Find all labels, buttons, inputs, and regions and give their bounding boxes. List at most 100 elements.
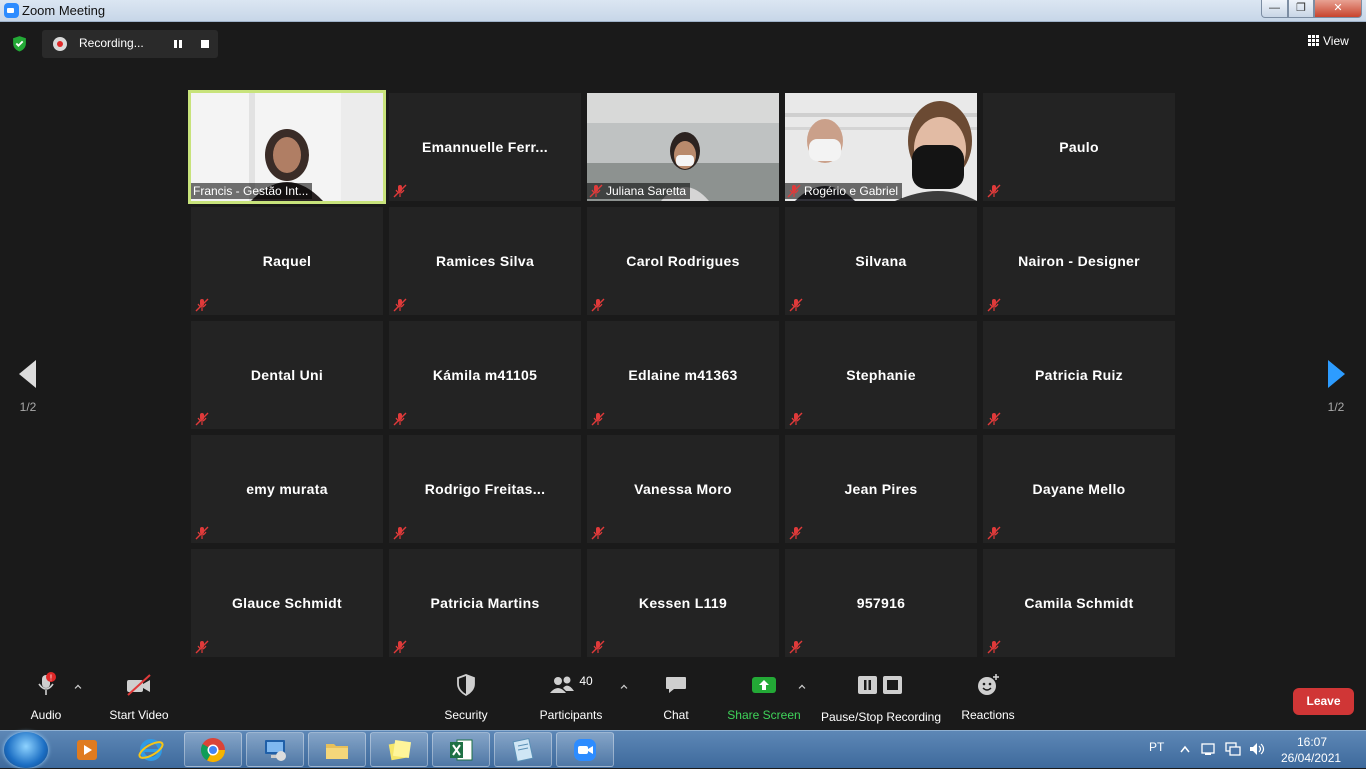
security-shield-icon	[457, 674, 475, 697]
taskbar-excel-icon[interactable]	[432, 732, 490, 767]
participant-name: Glauce Schmidt	[231, 595, 342, 611]
minimize-button[interactable]: —	[1261, 0, 1288, 18]
participant-tile[interactable]: Ramices Silva	[389, 207, 581, 315]
muted-mic-icon	[789, 298, 803, 312]
arrow-left-icon	[19, 360, 36, 388]
zoom-app-icon	[4, 3, 19, 18]
taskbar-file-explorer-icon[interactable]	[308, 732, 366, 767]
pause-recording-icon[interactable]	[174, 40, 182, 48]
maximize-button[interactable]: ❐	[1288, 0, 1314, 18]
taskbar-chrome-icon[interactable]	[184, 732, 242, 767]
participant-tile[interactable]: Rodrigo Freitas...	[389, 435, 581, 543]
participant-name: Dental Uni	[250, 367, 324, 383]
participant-tile[interactable]: Juliana Saretta	[587, 93, 779, 201]
action-center-flag-icon[interactable]	[1200, 741, 1218, 757]
gallery-view-icon	[1308, 35, 1319, 46]
previous-page-button[interactable]: 1/2	[8, 360, 48, 414]
next-page-button[interactable]: 1/2	[1316, 360, 1356, 414]
participants-button[interactable]: 40 Participants	[536, 670, 606, 726]
view-label: View	[1323, 34, 1349, 48]
participant-tile[interactable]: Patricia Ruiz	[983, 321, 1175, 429]
participant-name: Juliana Saretta	[606, 184, 687, 198]
participant-label: Francis - Gestão Int...	[191, 183, 313, 199]
muted-mic-icon	[195, 298, 209, 312]
muted-mic-icon	[393, 298, 407, 312]
participants-options-chevron-icon[interactable]	[620, 684, 628, 692]
participant-tile[interactable]: Camila Schmidt	[983, 549, 1175, 657]
recording-label: Recording...	[79, 36, 144, 50]
participant-tile[interactable]: Francis - Gestão Int...	[188, 90, 386, 204]
share-screen-icon	[752, 677, 776, 693]
volume-icon[interactable]	[1248, 741, 1266, 757]
close-button[interactable]: ✕	[1314, 0, 1362, 18]
taskbar-sticky-notes-icon[interactable]	[370, 732, 428, 767]
audio-label: Audio	[30, 708, 62, 722]
pause-stop-recording-button[interactable]: Pause/Stop Recording	[818, 670, 944, 726]
taskbar-notepad-icon[interactable]	[494, 732, 552, 767]
start-video-button[interactable]: Start Video	[104, 670, 174, 726]
share-screen-label: Share Screen	[727, 708, 801, 722]
window-titlebar: Zoom Meeting — ❐ ✕	[0, 0, 1366, 22]
participant-tile[interactable]: Glauce Schmidt	[191, 549, 383, 657]
participant-name: Edlaine m41363	[628, 367, 738, 383]
participant-tile[interactable]: Carol Rodrigues	[587, 207, 779, 315]
participant-tile[interactable]: Kessen L119	[587, 549, 779, 657]
clock-date[interactable]: 26/04/2021	[1281, 751, 1341, 765]
participant-name: Kámila m41105	[432, 367, 538, 383]
participant-tile[interactable]: 957916	[785, 549, 977, 657]
taskbar-zoom-icon[interactable]	[556, 732, 614, 767]
muted-mic-icon	[393, 412, 407, 426]
muted-mic-icon	[393, 184, 407, 198]
chat-icon	[666, 677, 686, 693]
participant-tile[interactable]: Emannuelle Ferr...	[389, 93, 581, 201]
participant-tile[interactable]: Paulo	[983, 93, 1175, 201]
participant-tile[interactable]: Kámila m41105	[389, 321, 581, 429]
muted-mic-icon	[987, 298, 1001, 312]
participant-tile[interactable]: Dental Uni	[191, 321, 383, 429]
participant-tile[interactable]: Patricia Martins	[389, 549, 581, 657]
participant-tile[interactable]: emy murata	[191, 435, 383, 543]
stop-recording-icon[interactable]	[201, 40, 209, 48]
participant-tile[interactable]: Silvana	[785, 207, 977, 315]
view-button[interactable]: View	[1308, 34, 1349, 48]
muted-mic-icon	[987, 412, 1001, 426]
meeting-topbar: Recording... View	[0, 22, 1366, 62]
participant-tile[interactable]: Edlaine m41363	[587, 321, 779, 429]
participant-tile[interactable]: Nairon - Designer	[983, 207, 1175, 315]
chat-label: Chat	[663, 708, 689, 722]
security-button[interactable]: Security	[438, 670, 494, 726]
network-icon[interactable]	[1224, 741, 1242, 757]
audio-options-chevron-icon[interactable]	[74, 684, 82, 692]
participant-tile[interactable]: Rogério e Gabriel	[785, 93, 977, 201]
recording-icon	[53, 37, 67, 51]
chat-button[interactable]: Chat	[650, 670, 702, 726]
participant-tile[interactable]: Dayane Mello	[983, 435, 1175, 543]
start-button[interactable]	[4, 732, 48, 768]
participant-label: Rogério e Gabriel	[785, 183, 903, 199]
encryption-shield-icon[interactable]	[11, 35, 28, 52]
participant-tile[interactable]: Vanessa Moro	[587, 435, 779, 543]
participant-tile[interactable]: Raquel	[191, 207, 383, 315]
muted-mic-icon	[789, 640, 803, 654]
muted-mic-icon	[195, 412, 209, 426]
show-hidden-icons-chevron-icon[interactable]	[1180, 745, 1190, 753]
muted-mic-icon	[591, 640, 605, 654]
muted-mic-icon	[591, 412, 605, 426]
leave-button[interactable]: Leave	[1293, 688, 1354, 715]
taskbar-media-player-icon[interactable]	[58, 732, 116, 767]
participant-tile[interactable]: Jean Pires	[785, 435, 977, 543]
system-tray: PT 16:07 26/04/2021	[1140, 731, 1366, 769]
participant-tile[interactable]: Stephanie	[785, 321, 977, 429]
participants-count: 40	[579, 674, 593, 688]
share-screen-button[interactable]: Share Screen	[726, 670, 802, 726]
participant-name: Nairon - Designer	[1018, 253, 1140, 269]
language-indicator[interactable]: PT	[1149, 740, 1164, 754]
clock-time[interactable]: 16:07	[1297, 735, 1327, 749]
reactions-button[interactable]: Reactions	[958, 670, 1018, 726]
participant-name: Francis - Gestão Int...	[193, 184, 309, 198]
audio-button[interactable]: ! Audio	[18, 670, 74, 726]
taskbar-remote-desktop-icon[interactable]	[246, 732, 304, 767]
pause-stop-recording-label: Pause/Stop Recording	[820, 710, 942, 724]
muted-mic-icon	[393, 640, 407, 654]
taskbar-internet-explorer-icon[interactable]	[122, 732, 180, 767]
